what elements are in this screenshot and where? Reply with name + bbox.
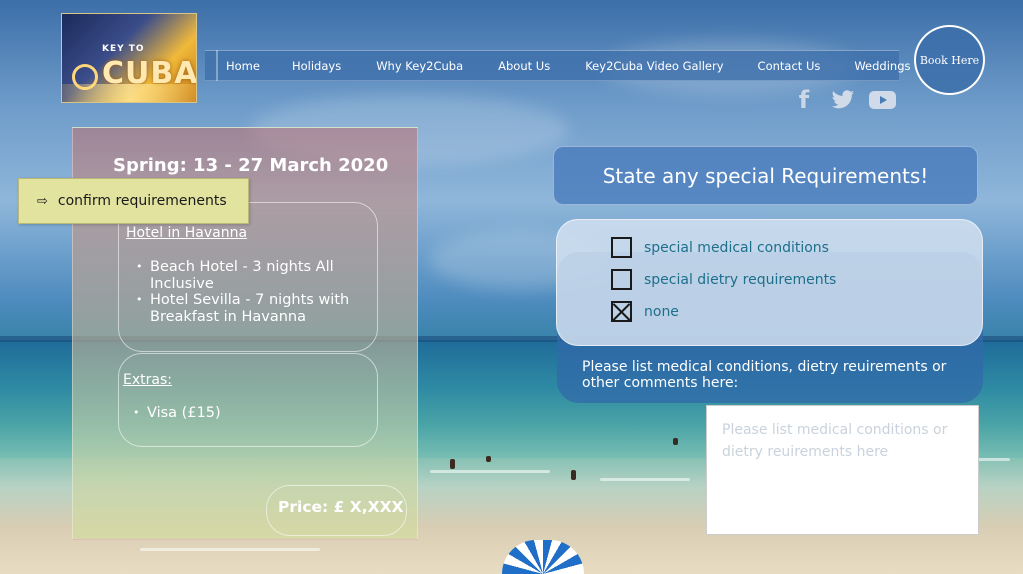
option-medical[interactable]: special medical conditions — [611, 237, 829, 258]
hotel-heading: Hotel in Havanna — [126, 225, 248, 241]
wave — [600, 478, 690, 481]
swimmer — [486, 456, 491, 462]
logo-glow — [62, 84, 196, 102]
nav-why-key2cuba[interactable]: Why Key2Cuba — [376, 59, 463, 73]
facebook-icon[interactable]: f — [795, 86, 813, 114]
requirements-instructions: Please list medical conditions, dietry r… — [582, 359, 947, 391]
option-label: none — [644, 303, 679, 320]
swimmer — [571, 470, 576, 480]
trip-title: Spring: 13 - 27 March 2020 — [113, 155, 389, 176]
main-nav: Home Holidays Why Key2Cuba About Us Key2… — [205, 49, 911, 81]
youtube-icon[interactable] — [869, 88, 896, 112]
list-item: Hotel Sevilla - 7 nights with Breakfast … — [134, 292, 374, 325]
twitter-icon[interactable] — [830, 88, 856, 112]
medical-checkbox[interactable] — [611, 237, 632, 258]
extras-heading: Extras: — [123, 372, 172, 388]
book-here-button[interactable]: Book Here — [914, 25, 985, 95]
wave — [140, 548, 320, 551]
swimmer — [673, 438, 678, 445]
nav-weddings[interactable]: Weddings — [854, 59, 910, 73]
confirm-requirements-tooltip[interactable]: ⇨ confirm requiremenents — [18, 178, 249, 224]
hotel-list: Beach Hotel - 3 nights All Inclusive Hot… — [134, 259, 374, 325]
requirements-title: State any special Requirements! — [553, 146, 978, 205]
extras-box — [118, 353, 378, 447]
arrow-right-icon: ⇨ — [37, 193, 48, 209]
key2cuba-logo[interactable]: KEY TO CUBA — [61, 13, 197, 103]
nav-about-us[interactable]: About Us — [498, 59, 550, 73]
tooltip-text: confirm requiremenents — [57, 193, 227, 209]
option-none[interactable]: none — [611, 301, 679, 322]
comments-textarea[interactable] — [706, 405, 979, 535]
swimmer — [450, 459, 455, 469]
price-label: Price: £ X,XXX — [278, 498, 404, 516]
nav-home[interactable]: Home — [216, 49, 260, 81]
list-item: Visa (£15) — [131, 405, 331, 422]
list-item: Beach Hotel - 3 nights All Inclusive — [134, 259, 374, 292]
option-label: special medical conditions — [644, 239, 829, 256]
option-dietry[interactable]: special dietry requirements — [611, 269, 836, 290]
nav-holidays[interactable]: Holidays — [292, 59, 341, 73]
none-checkbox[interactable] — [611, 301, 632, 322]
option-label: special dietry requirements — [644, 271, 837, 288]
dietry-checkbox[interactable] — [611, 269, 632, 290]
wave — [430, 470, 550, 473]
logo-small-text: KEY TO — [102, 44, 145, 54]
nav-video-gallery[interactable]: Key2Cuba Video Gallery — [585, 59, 723, 73]
extras-list: Visa (£15) — [131, 405, 331, 422]
nav-contact-us[interactable]: Contact Us — [758, 59, 821, 73]
